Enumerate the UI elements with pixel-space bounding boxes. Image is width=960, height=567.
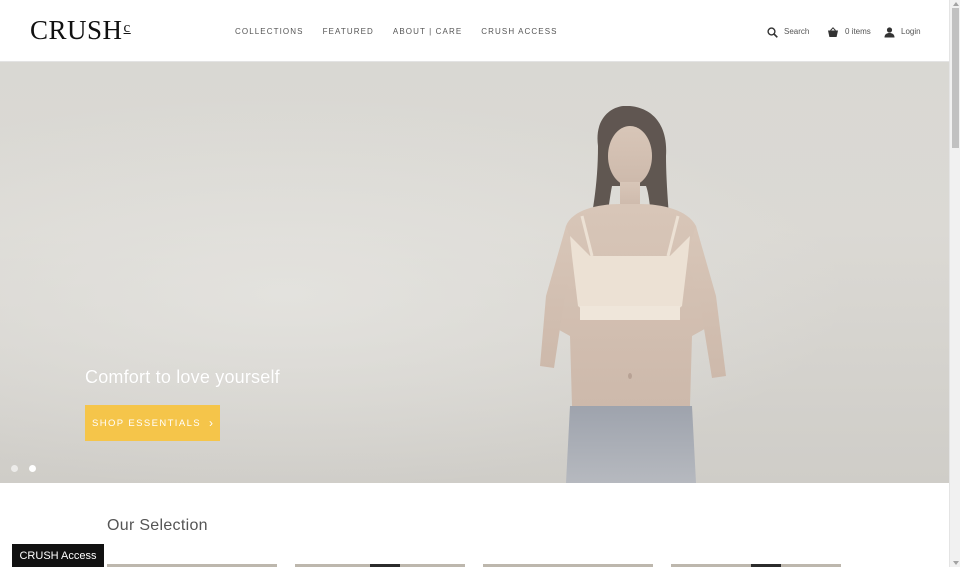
shop-essentials-button[interactable]: SHOP ESSENTIALS › — [85, 405, 220, 441]
hero-slider: Comfort to love yourself SHOP ESSENTIALS… — [0, 62, 949, 483]
brand-logo[interactable]: CRUSHc — [30, 14, 131, 46]
slider-dot-1[interactable] — [11, 465, 18, 472]
shop-essentials-label: SHOP ESSENTIALS — [92, 417, 201, 429]
section-title: Our Selection — [107, 517, 208, 534]
slider-dots — [11, 465, 36, 472]
cart-count: 0 items — [845, 27, 871, 36]
brand-logo-mark: c — [123, 20, 131, 36]
hero-caption: Comfort to love yourself — [85, 367, 280, 387]
scroll-thumb[interactable] — [952, 8, 959, 148]
login-label: Login — [901, 27, 921, 36]
search-link[interactable]: Search — [767, 26, 809, 38]
hero-model-image — [540, 106, 726, 483]
basket-icon — [828, 26, 838, 37]
brand-logo-text: CRUSH — [30, 15, 123, 45]
nav-collections[interactable]: COLLECTIONS — [235, 26, 304, 38]
page-scrollbar[interactable] — [949, 0, 960, 567]
site-header: CRUSHc COLLECTIONS FEATURED ABOUT | CARE… — [0, 0, 949, 62]
cart-link[interactable]: 0 items — [827, 26, 871, 38]
nav-featured[interactable]: FEATURED — [323, 26, 374, 38]
search-label: Search — [784, 27, 810, 36]
scroll-down-icon[interactable] — [953, 561, 959, 565]
nav-about-care[interactable]: ABOUT | CARE — [393, 26, 462, 38]
scroll-up-icon[interactable] — [953, 2, 959, 6]
chevron-right-icon: › — [209, 416, 213, 430]
crush-access-button[interactable]: CRUSH Access — [12, 544, 104, 567]
search-icon — [767, 26, 778, 38]
login-link[interactable]: Login — [884, 26, 921, 38]
user-icon — [884, 26, 895, 37]
nav-crush-access[interactable]: CRUSH ACCESS — [481, 26, 557, 38]
main-nav: COLLECTIONS FEATURED ABOUT | CARE CRUSH … — [235, 26, 558, 38]
slider-dot-2[interactable] — [29, 465, 36, 472]
